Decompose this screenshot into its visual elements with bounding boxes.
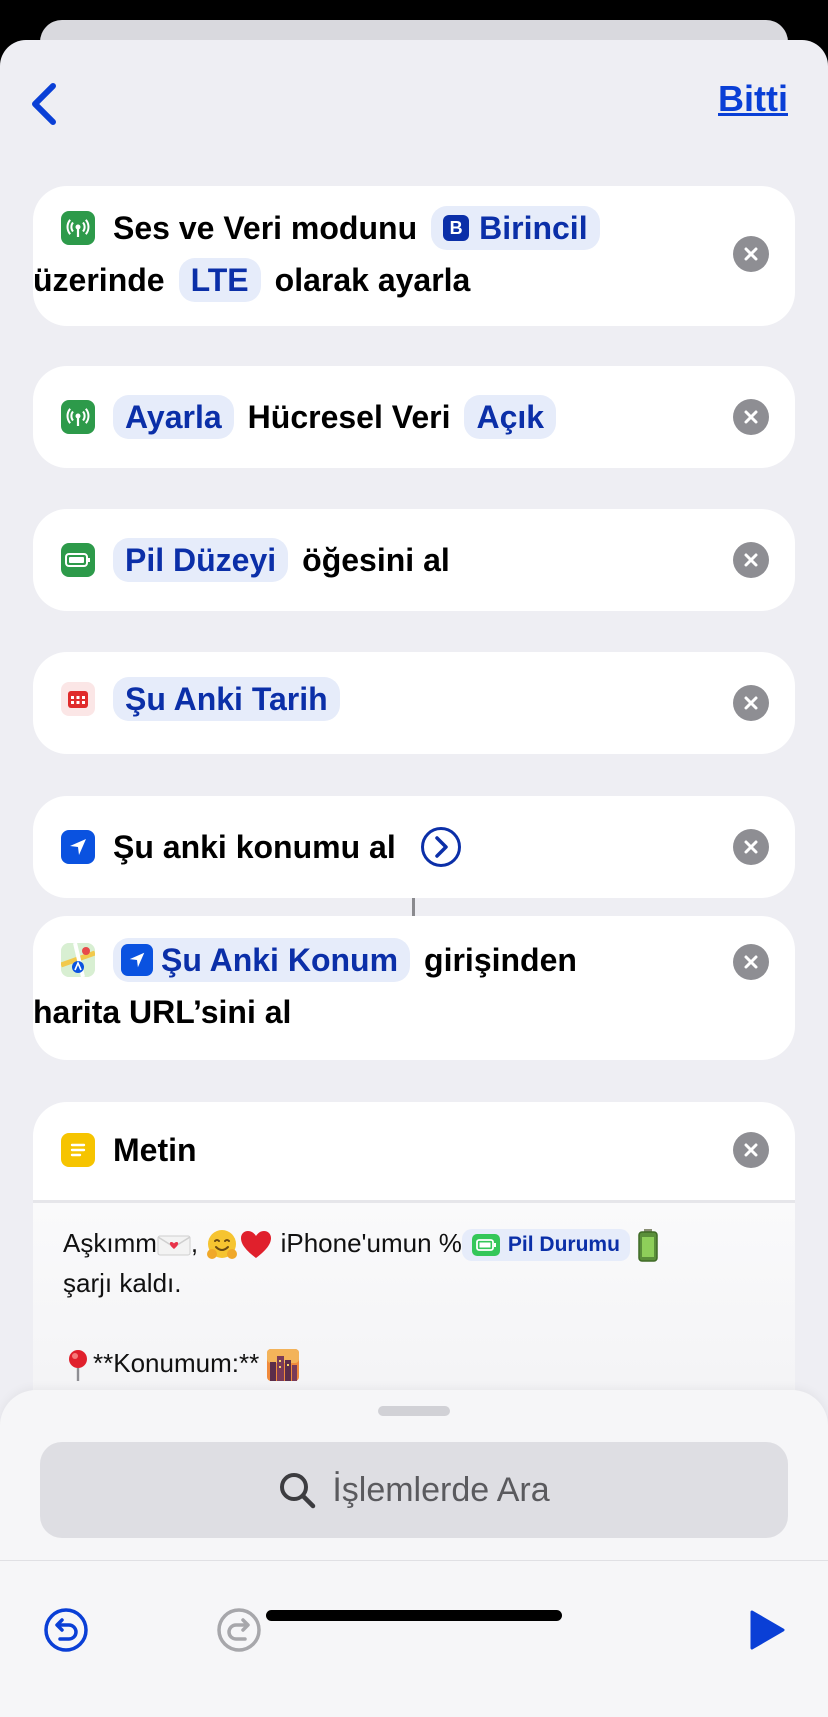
close-icon — [744, 410, 758, 424]
sim-b-icon: B — [443, 215, 470, 241]
hugging-face-icon — [207, 1230, 238, 1260]
close-icon — [744, 1143, 758, 1157]
text-content[interactable]: Aşkımm, iPhone'umun % Pil Durumu şarjı ka… — [63, 1223, 755, 1383]
play-icon — [750, 1610, 785, 1650]
location-arrow-icon — [121, 944, 153, 976]
operation-parameter-pill[interactable]: Ayarla — [113, 395, 234, 439]
search-icon — [280, 1473, 316, 1509]
remove-action-button[interactable] — [733, 1132, 769, 1168]
action-connector — [412, 898, 415, 916]
mode-parameter-pill[interactable]: LTE — [178, 258, 261, 302]
love-letter-icon — [157, 1235, 191, 1256]
toolbar-divider — [0, 1560, 828, 1561]
battery-emoji-icon — [638, 1229, 658, 1262]
close-icon — [744, 840, 758, 854]
remove-action-button[interactable] — [733, 542, 769, 578]
action-card-battery-level[interactable]: Pil Düzeyi öğesini al — [33, 509, 795, 611]
action-text: olarak ayarla — [274, 262, 471, 298]
text-action-title: Metin — [113, 1132, 197, 1168]
text-segment: iPhone'umun % — [280, 1228, 462, 1258]
remove-action-button[interactable] — [733, 829, 769, 865]
action-card-current-date[interactable]: Şu Anki Tarih — [33, 652, 795, 754]
action-text: Şu anki konumu al — [113, 829, 396, 865]
close-icon — [744, 955, 758, 969]
action-text: harita URL’sini al — [33, 994, 292, 1030]
maps-icon — [61, 943, 95, 977]
text-segment: şarjı kaldı. — [63, 1268, 182, 1298]
close-icon — [744, 696, 758, 710]
search-actions-field[interactable]: İşlemlerde Ara — [40, 1442, 788, 1538]
actions-panel: İşlemlerde Ara — [0, 1390, 828, 1717]
location-arrow-icon — [61, 830, 95, 864]
action-card-current-location[interactable]: Şu anki konumu al — [33, 796, 795, 898]
calendar-icon — [61, 682, 95, 716]
run-button[interactable] — [742, 1606, 790, 1654]
redo-button[interactable] — [215, 1606, 263, 1654]
remove-action-button[interactable] — [733, 236, 769, 272]
antenna-icon — [61, 400, 95, 434]
text-segment: **Konumum:** — [93, 1348, 260, 1378]
battery-icon — [471, 1234, 500, 1257]
search-placeholder: İşlemlerde Ara — [332, 1470, 550, 1509]
remove-action-button[interactable] — [733, 944, 769, 980]
red-heart-icon — [241, 1231, 272, 1259]
redo-icon — [217, 1608, 261, 1652]
home-indicator — [266, 1610, 562, 1621]
text-segment: Aşkımm — [63, 1228, 157, 1258]
text-segment: , — [190, 1228, 199, 1258]
undo-button[interactable] — [42, 1606, 90, 1654]
antenna-icon — [61, 211, 95, 245]
undo-icon — [44, 1608, 88, 1652]
action-card-voice-data[interactable]: Ses ve Veri modunu B Birincil üzerinde L… — [33, 186, 795, 326]
shortcut-editor-sheet: Bitti Ses ve Veri modunu B Birincil üzer… — [0, 40, 828, 1717]
round-pushpin-icon — [69, 1350, 87, 1382]
close-icon — [744, 553, 758, 567]
expand-options-button[interactable] — [420, 826, 462, 868]
sim-label: Birincil — [479, 210, 588, 246]
note-icon — [61, 1133, 95, 1167]
remove-action-button[interactable] — [733, 685, 769, 721]
battery-icon — [61, 543, 95, 577]
action-card-map-url[interactable]: Şu Anki Konum girişinden harita URL’sini… — [33, 916, 795, 1060]
battery-variable-label: Pil Durumu — [507, 1233, 620, 1257]
location-parameter-pill[interactable]: Şu Anki Konum — [113, 938, 411, 982]
action-text: Hücresel Veri — [247, 399, 451, 435]
action-text: üzerinde — [33, 262, 165, 298]
remove-action-button[interactable] — [733, 399, 769, 435]
action-text: girişinden — [424, 942, 577, 978]
done-button[interactable]: Bitti — [718, 78, 788, 120]
panel-grabber[interactable] — [378, 1406, 450, 1416]
chevron-left-icon — [32, 83, 56, 125]
battery-variable-pill[interactable]: Pil Durumu — [461, 1229, 630, 1262]
close-icon — [744, 247, 758, 261]
battery-parameter-pill[interactable]: Pil Düzeyi — [113, 538, 289, 582]
action-card-cellular-data[interactable]: Ayarla Hücresel Veri Açık — [33, 366, 795, 468]
action-text: Ses ve Veri modunu — [113, 210, 418, 246]
chevron-right-circle-icon — [420, 827, 461, 867]
location-label: Şu Anki Konum — [161, 942, 399, 978]
sim-parameter-pill[interactable]: B Birincil — [431, 206, 600, 250]
date-parameter-pill[interactable]: Şu Anki Tarih — [113, 677, 340, 721]
cityscape-dusk-icon — [267, 1349, 300, 1382]
back-button[interactable] — [18, 76, 68, 132]
state-parameter-pill[interactable]: Açık — [464, 395, 557, 439]
action-text: öğesini al — [302, 542, 450, 578]
